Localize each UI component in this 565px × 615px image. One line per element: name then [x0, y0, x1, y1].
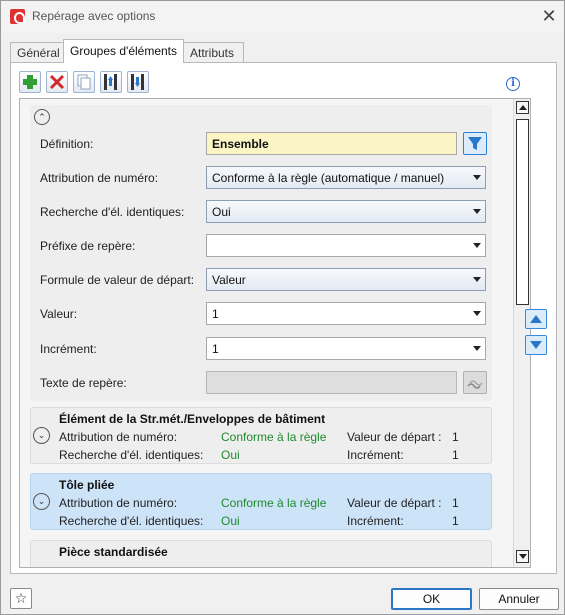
group-item-selected[interactable]: Tôle pliée ⌄ Attribution de numéro: Conf…: [30, 473, 492, 530]
chevron-down-icon: [473, 243, 481, 248]
cancel-button[interactable]: Annuler: [479, 588, 559, 610]
move-down-list-icon: [131, 74, 144, 90]
group-increment-value: 1: [452, 514, 459, 528]
tab-general[interactable]: Général: [10, 42, 64, 63]
groups-scroll-area: ⌃ Définition: Ensemble Attribution de nu…: [19, 98, 531, 568]
expand-icon[interactable]: ⌄: [33, 493, 50, 510]
marker-text-button[interactable]: [463, 371, 487, 394]
group-start-label: Valeur de départ :: [347, 430, 442, 444]
add-icon: [23, 75, 37, 89]
numbering-select[interactable]: Conforme à la règle (automatique / manue…: [206, 166, 486, 189]
move-up-list-button[interactable]: [100, 71, 122, 93]
chevron-down-icon: [473, 175, 481, 180]
scroll-thumb[interactable]: [516, 119, 529, 305]
identical-search-select[interactable]: Oui: [206, 200, 486, 223]
marker-text-field[interactable]: [206, 371, 457, 394]
tab-panel: i ⌃ Définition: Ensemble Attribution de …: [10, 62, 557, 574]
filter-icon: [468, 137, 482, 150]
chevron-down-icon: [473, 209, 481, 214]
move-down-button[interactable]: [525, 335, 547, 355]
arrow-down-icon: [530, 341, 542, 349]
move-down-list-button[interactable]: [127, 71, 149, 93]
copy-icon: [77, 74, 91, 90]
identical-search-select-value: Oui: [212, 205, 231, 219]
group-numbering-value: Conforme à la règle: [221, 430, 327, 444]
group-title: Élément de la Str.mét./Enveloppes de bât…: [59, 412, 326, 426]
info-icon[interactable]: i: [506, 77, 520, 91]
dialog-window: Repérage avec options ✕ Général Groupes …: [0, 0, 565, 615]
numbering-select-value: Conforme à la règle (automatique / manue…: [212, 171, 445, 185]
text-wave-icon: [467, 380, 483, 389]
close-icon[interactable]: ✕: [541, 7, 557, 25]
start-formula-select[interactable]: Valeur: [206, 268, 486, 291]
tab-attributes[interactable]: Attributs: [183, 42, 244, 63]
expand-icon[interactable]: ⌄: [33, 427, 50, 444]
marker-text-label: Texte de repère:: [40, 376, 127, 390]
start-formula-select-value: Valeur: [212, 273, 246, 287]
tab-element-groups[interactable]: Groupes d'éléments: [63, 39, 184, 63]
chevron-down-icon: [473, 346, 481, 351]
copy-button[interactable]: [73, 71, 95, 93]
favorite-button[interactable]: ☆: [10, 588, 32, 609]
scroll-up-icon[interactable]: [516, 101, 529, 114]
arrow-up-icon: [530, 315, 542, 323]
group-item[interactable]: Pièce standardisée: [30, 540, 492, 567]
title-bar: Repérage avec options ✕: [1, 1, 564, 33]
increment-label: Incrément:: [40, 342, 97, 356]
group-search-value: Oui: [221, 448, 240, 462]
filter-button[interactable]: [463, 132, 487, 155]
value-combo[interactable]: 1: [206, 302, 486, 325]
identical-search-label: Recherche d'él. identiques:: [40, 205, 185, 219]
star-icon: ☆: [14, 590, 28, 606]
collapse-up-icon[interactable]: ⌃: [34, 109, 50, 125]
window-title: Repérage avec options: [32, 9, 156, 23]
group-search-label: Recherche d'él. identiques:: [59, 448, 204, 462]
scroll-down-icon[interactable]: [516, 550, 529, 563]
group-increment-label: Incrément:: [347, 448, 404, 462]
chevron-down-icon: [473, 311, 481, 316]
start-formula-label: Formule de valeur de départ:: [40, 273, 195, 287]
prefix-label: Préfixe de repère:: [40, 239, 136, 253]
add-button[interactable]: [19, 71, 41, 93]
increment-combo-value: 1: [212, 342, 219, 356]
delete-button[interactable]: [46, 71, 68, 93]
group-title: Pièce standardisée: [59, 545, 168, 559]
value-label: Valeur:: [40, 307, 78, 321]
group-item[interactable]: Élément de la Str.mét./Enveloppes de bât…: [30, 407, 492, 464]
delete-icon: [49, 74, 65, 90]
move-up-list-icon: [104, 74, 117, 90]
definition-label: Définition:: [40, 137, 94, 151]
group-increment-label: Incrément:: [347, 514, 404, 528]
group-increment-value: 1: [452, 448, 459, 462]
definition-field[interactable]: Ensemble: [206, 132, 457, 155]
group-start-value: 1: [452, 430, 459, 444]
group-title: Tôle pliée: [59, 478, 115, 492]
app-logo-icon: [10, 9, 25, 24]
value-combo-value: 1: [212, 307, 219, 321]
group-numbering-label: Attribution de numéro:: [59, 496, 178, 510]
numbering-label: Attribution de numéro:: [40, 171, 159, 185]
vertical-scrollbar[interactable]: [513, 99, 530, 567]
group-numbering-label: Attribution de numéro:: [59, 430, 178, 444]
definition-panel: ⌃ Définition: Ensemble Attribution de nu…: [30, 105, 492, 401]
group-search-label: Recherche d'él. identiques:: [59, 514, 204, 528]
group-search-value: Oui: [221, 514, 240, 528]
prefix-combo[interactable]: [206, 234, 486, 257]
chevron-down-icon: [473, 277, 481, 282]
ok-button[interactable]: OK: [391, 588, 472, 610]
group-numbering-value: Conforme à la règle: [221, 496, 327, 510]
move-up-button[interactable]: [525, 309, 547, 329]
group-start-label: Valeur de départ :: [347, 496, 442, 510]
increment-combo[interactable]: 1: [206, 337, 486, 360]
group-start-value: 1: [452, 496, 459, 510]
